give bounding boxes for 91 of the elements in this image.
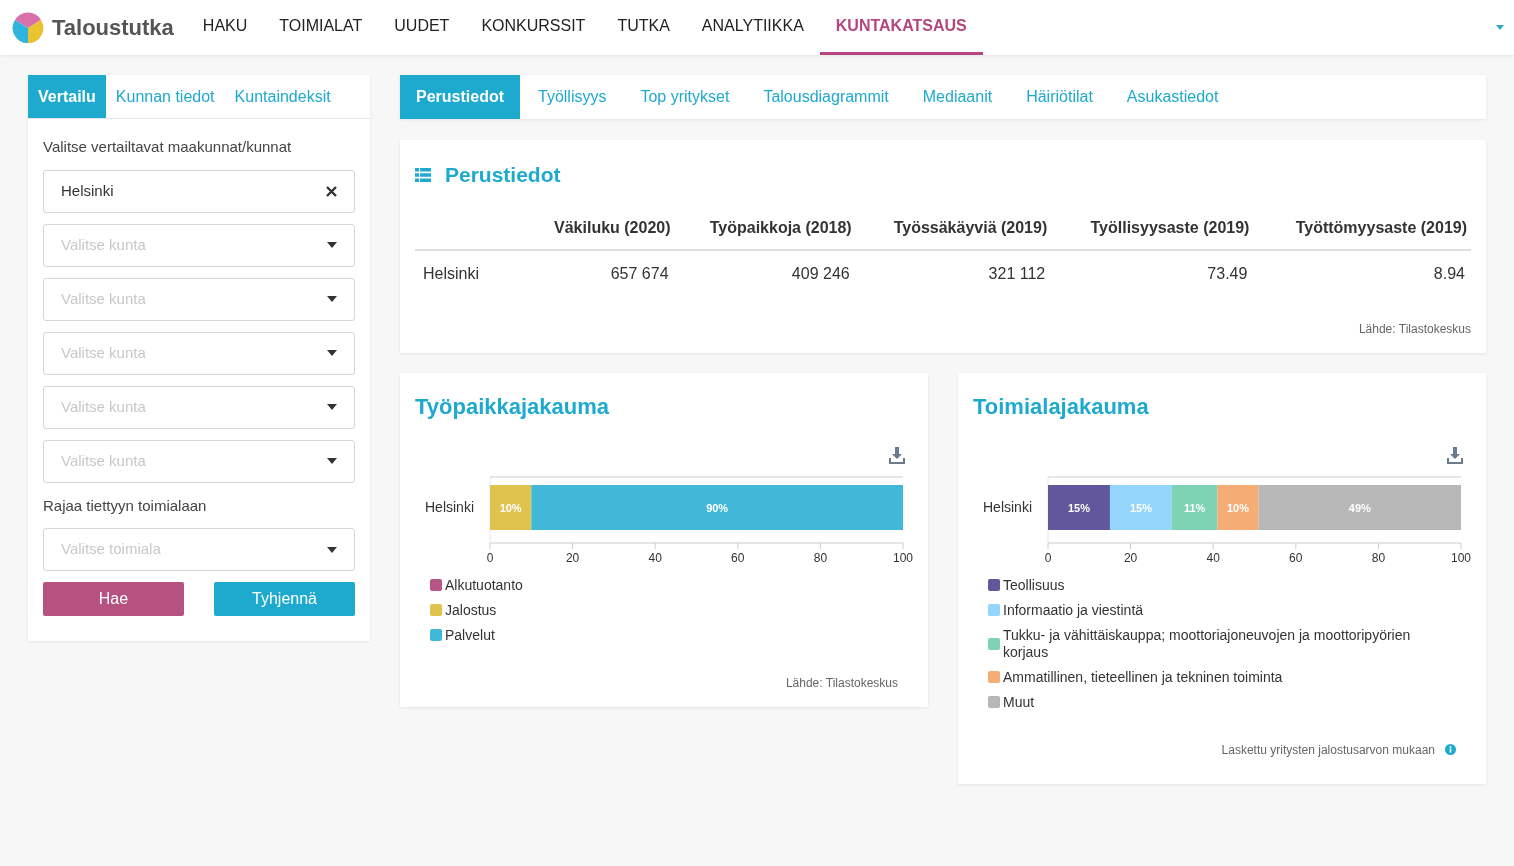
search-button[interactable]: Hae [43, 582, 184, 616]
content-tab[interactable]: Häiriötilat [1010, 75, 1109, 119]
column-header: Työpaikkoja (2018) [674, 215, 856, 250]
content-tab[interactable]: Top yritykset [624, 75, 746, 119]
axis-tick-label: 0 [1044, 550, 1052, 565]
axis-tick-label: 40 [1206, 550, 1220, 565]
chart-title: Toimialajakauma [973, 392, 1150, 421]
axis-tick-label: 20 [565, 550, 580, 565]
legend-label[interactable]: Ammatillinen, tieteellinen ja tekninen toiminta [1003, 668, 1283, 686]
content-tab[interactable]: Työllisyys [522, 75, 623, 119]
table-cell: 8.94 [1253, 249, 1471, 286]
nav-link[interactable]: KONKURSSIT [465, 0, 602, 55]
axis-tick-label: 100 [893, 550, 913, 565]
section-title: Perustiedot [445, 162, 561, 188]
legend-label[interactable]: Informaatio ja viestintä [1003, 601, 1144, 619]
municipality-select[interactable]: Helsinki [43, 169, 355, 213]
caret-icon [327, 546, 337, 553]
axis-tick-label: 80 [1371, 550, 1386, 565]
source-note: Lähde: Tilastokeskus [1358, 320, 1471, 338]
data-label: 11% [1183, 501, 1206, 514]
legend-swatch [988, 671, 1000, 683]
axis-tick-label: 100 [1451, 550, 1471, 565]
legend-label[interactable]: Alkutuotanto [445, 576, 523, 594]
nav-link[interactable]: UUDET [378, 0, 466, 55]
table-cell: 657 674 [525, 249, 675, 286]
nav-link[interactable]: TOIMIALAT [263, 0, 379, 55]
category-label: Helsinki [425, 498, 474, 515]
compare-label: Valitse vertailtavat maakunnat/kunnat [43, 137, 293, 157]
nav-link[interactable]: ANALYTIIKKA [685, 0, 820, 55]
select-value: Helsinki [61, 180, 114, 201]
content-tab[interactable]: Talousdiagrammit [747, 75, 905, 119]
caret-icon [327, 404, 337, 410]
sidebar-tab[interactable]: Kuntaindeksit [224, 75, 341, 118]
dropdown-caret-icon[interactable] [1496, 25, 1504, 30]
clear-icon[interactable] [326, 185, 337, 197]
category-label: Helsinki [983, 498, 1032, 515]
caret-icon [327, 242, 337, 248]
axis-tick-label: 40 [648, 550, 662, 565]
caret-icon [327, 458, 337, 464]
logo-icon [11, 10, 45, 45]
axis-tick-label: 20 [1123, 550, 1138, 565]
legend-label[interactable]: Muut [1003, 693, 1035, 711]
column-header: Työssäkäyviä (2019) [855, 215, 1052, 250]
legend-swatch [988, 696, 1000, 708]
table-cell: Helsinki [415, 249, 525, 286]
source-note: Lähde: Tilastokeskus [785, 674, 898, 692]
legend-label[interactable]: Tukku- ja vähittäiskauppa; moottoriajoneuvojen ja moottoripyörien korjaus [1003, 626, 1423, 661]
data-label: 15% [1067, 501, 1090, 514]
data-label: 10% [1226, 501, 1249, 514]
data-label: 49% [1348, 501, 1371, 514]
caret-icon [327, 350, 337, 356]
calculation-note: Laskettu yritysten jalostusarvon mukaan [1221, 741, 1435, 759]
caret-icon [327, 296, 337, 302]
clear-button[interactable]: Tyhjennä [214, 582, 355, 616]
sidebar-tab[interactable]: Kunnan tiedot [105, 75, 225, 118]
legend-swatch [988, 604, 1000, 616]
chart-title: Työpaikkajakauma [415, 392, 611, 421]
legend-swatch [988, 579, 1000, 591]
logo-text[interactable]: Taloustutka [52, 11, 174, 44]
table-cell: 321 112 [855, 249, 1052, 286]
data-label: 15% [1129, 501, 1152, 514]
content-tab[interactable]: Mediaanit [906, 75, 1009, 119]
axis-tick-label: 0 [486, 550, 494, 565]
industry-label: Rajaa tiettyyn toimialaan [43, 495, 208, 516]
column-header: Työllisyysaste (2019) [1051, 215, 1254, 250]
nav-link[interactable]: HAKU [186, 0, 264, 55]
list-icon [415, 167, 431, 182]
data-label: 90% [706, 501, 729, 514]
table-cell: 409 246 [674, 249, 856, 286]
column-header: Työttömyysaste (2019) [1253, 215, 1471, 250]
table-cell: 73.49 [1051, 249, 1254, 286]
nav-link[interactable]: TUTKA [601, 0, 686, 55]
content-tab[interactable]: Perustiedot [400, 75, 520, 119]
legend-swatch [430, 604, 442, 616]
axis-tick-label: 80 [813, 550, 828, 565]
download-icon[interactable] [1447, 446, 1463, 464]
sidebar-tab[interactable]: Vertailu [28, 75, 106, 118]
download-icon[interactable] [889, 446, 905, 464]
axis-tick-label: 60 [1289, 550, 1303, 565]
content-tab[interactable]: Asukastiedot [1110, 75, 1235, 119]
legend-swatch [988, 637, 1000, 650]
info-icon[interactable] [1445, 744, 1456, 755]
legend-label[interactable]: Jalostus [445, 601, 497, 619]
column-header: Väkiluku (2020) [525, 215, 675, 250]
legend-label[interactable]: Teollisuus [1003, 576, 1065, 594]
legend-label[interactable]: Palvelut [445, 626, 495, 644]
nav-link[interactable]: KUNTAKATSAUS [819, 0, 983, 55]
axis-tick-label: 60 [731, 550, 745, 565]
legend-swatch [430, 579, 442, 591]
legend-swatch [430, 629, 442, 641]
data-label: 10% [499, 501, 522, 514]
